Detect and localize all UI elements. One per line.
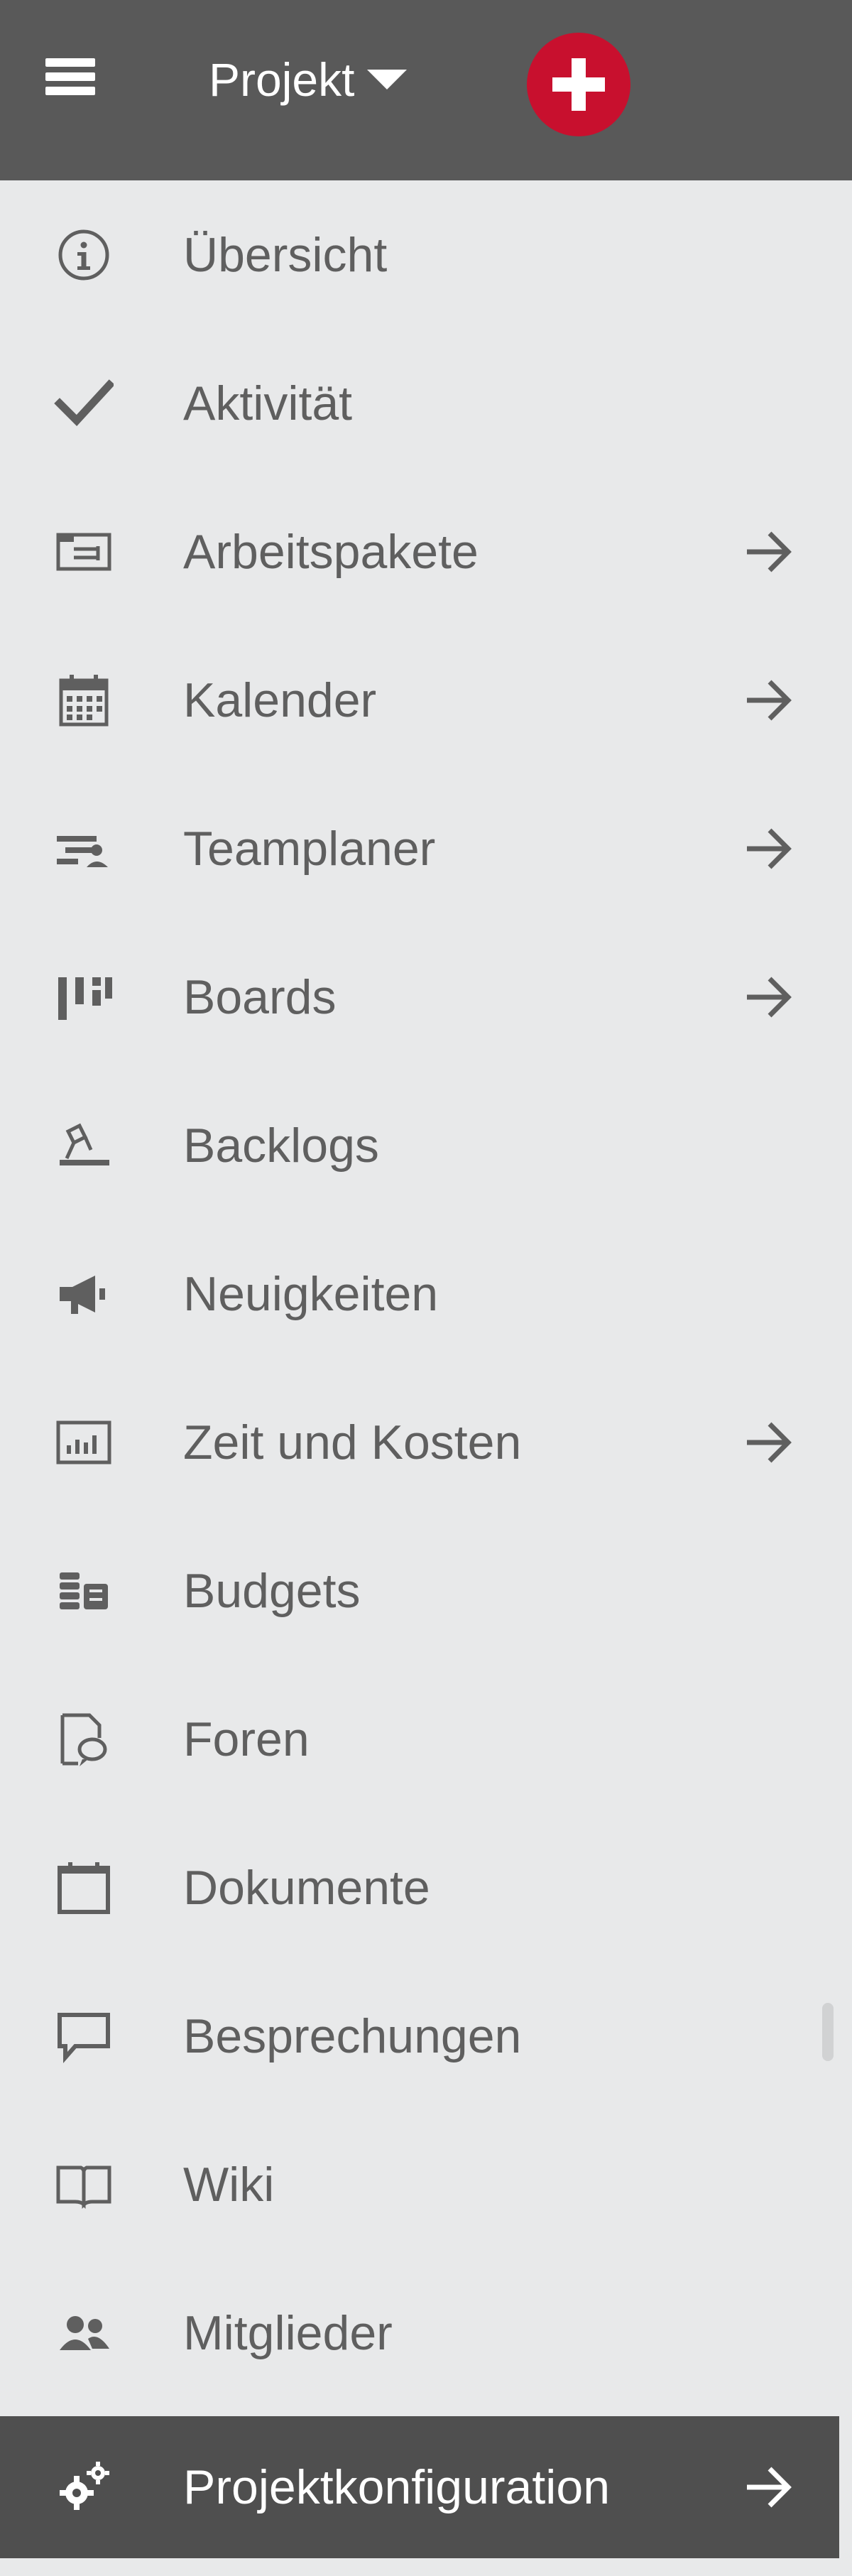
menu-item-meetings[interactable]: Besprechungen	[0, 1962, 852, 2110]
meetings-icon	[54, 2006, 114, 2066]
caret-down-icon	[367, 70, 408, 89]
menu-item-label: Backlogs	[183, 1118, 379, 1173]
work-packages-icon	[54, 522, 114, 582]
arrow-right-icon[interactable]	[743, 674, 795, 727]
wiki-book-icon	[54, 2155, 114, 2214]
menu-item-activity[interactable]: Aktivität	[0, 329, 852, 477]
menu-item-label: Projektkonfiguration	[183, 2460, 611, 2514]
menu-item-members[interactable]: Mitglieder	[0, 2259, 852, 2407]
project-dropdown[interactable]: Projekt	[209, 44, 408, 115]
calendar-icon	[54, 670, 114, 730]
time-costs-icon	[54, 1413, 114, 1472]
menu-item-label: Zeit und Kosten	[183, 1415, 522, 1469]
arrow-right-icon[interactable]	[743, 2461, 795, 2513]
menu-item-label: Boards	[183, 969, 337, 1024]
team-planner-icon	[54, 819, 114, 879]
documents-icon	[54, 1858, 114, 1918]
arrow-right-icon[interactable]	[743, 822, 795, 875]
menu-item-label: Mitglieder	[183, 2305, 393, 2360]
menu-item-label: Dokumente	[183, 1860, 430, 1915]
budget-icon	[54, 1561, 114, 1621]
menu-item-label: Aktivität	[183, 376, 353, 430]
menu-item-team-planner[interactable]: Teamplaner	[0, 774, 852, 923]
menu-item-label: Wiki	[183, 2157, 275, 2212]
info-icon	[54, 225, 114, 285]
menu-item-project-settings[interactable]: Projektkonfiguration	[0, 2416, 839, 2558]
arrow-right-icon[interactable]	[743, 1416, 795, 1469]
settings-gears-icon	[54, 2457, 114, 2517]
menu-item-label: Teamplaner	[183, 821, 436, 876]
menu-item-label: Arbeitspakete	[183, 524, 479, 579]
menu-item-calendar[interactable]: Kalender	[0, 626, 852, 774]
menu-item-label: Übersicht	[183, 227, 388, 282]
project-label: Projekt	[209, 53, 355, 106]
boards-icon	[54, 967, 114, 1027]
megaphone-icon	[54, 1264, 114, 1324]
hamburger-menu-icon[interactable]	[43, 55, 99, 98]
checkmark-icon	[54, 374, 114, 433]
top-header: Projekt	[0, 0, 852, 180]
menu-item-label: Foren	[183, 1712, 310, 1766]
menu-item-time-and-costs[interactable]: Zeit und Kosten	[0, 1368, 852, 1516]
menu-item-label: Budgets	[183, 1563, 361, 1618]
menu-item-overview[interactable]: Übersicht	[0, 180, 852, 329]
menu-item-wiki[interactable]: Wiki	[0, 2110, 852, 2259]
menu-item-backlogs[interactable]: Backlogs	[0, 1071, 852, 1219]
arrow-right-icon[interactable]	[743, 526, 795, 578]
menu-item-boards[interactable]: Boards	[0, 923, 852, 1071]
add-button[interactable]	[527, 33, 630, 136]
plus-icon	[552, 58, 605, 111]
menu-item-work-packages[interactable]: Arbeitspakete	[0, 477, 852, 626]
menu-item-budgets[interactable]: Budgets	[0, 1516, 852, 1665]
members-icon	[54, 2303, 114, 2363]
scrollbar-thumb[interactable]	[822, 2003, 834, 2061]
arrow-right-icon[interactable]	[743, 971, 795, 1023]
menu-item-label: Kalender	[183, 673, 377, 727]
menu-item-label: Besprechungen	[183, 2009, 522, 2063]
backlogs-icon	[54, 1116, 114, 1175]
menu-item-documents[interactable]: Dokumente	[0, 1813, 852, 1962]
menu-item-label: Neuigkeiten	[183, 1266, 439, 1321]
menu-item-forums[interactable]: Foren	[0, 1665, 852, 1813]
forum-icon	[54, 1710, 114, 1769]
menu-item-news[interactable]: Neuigkeiten	[0, 1219, 852, 1368]
project-menu: Übersicht Aktivität Arbeitspakete Kalend…	[0, 180, 852, 2407]
